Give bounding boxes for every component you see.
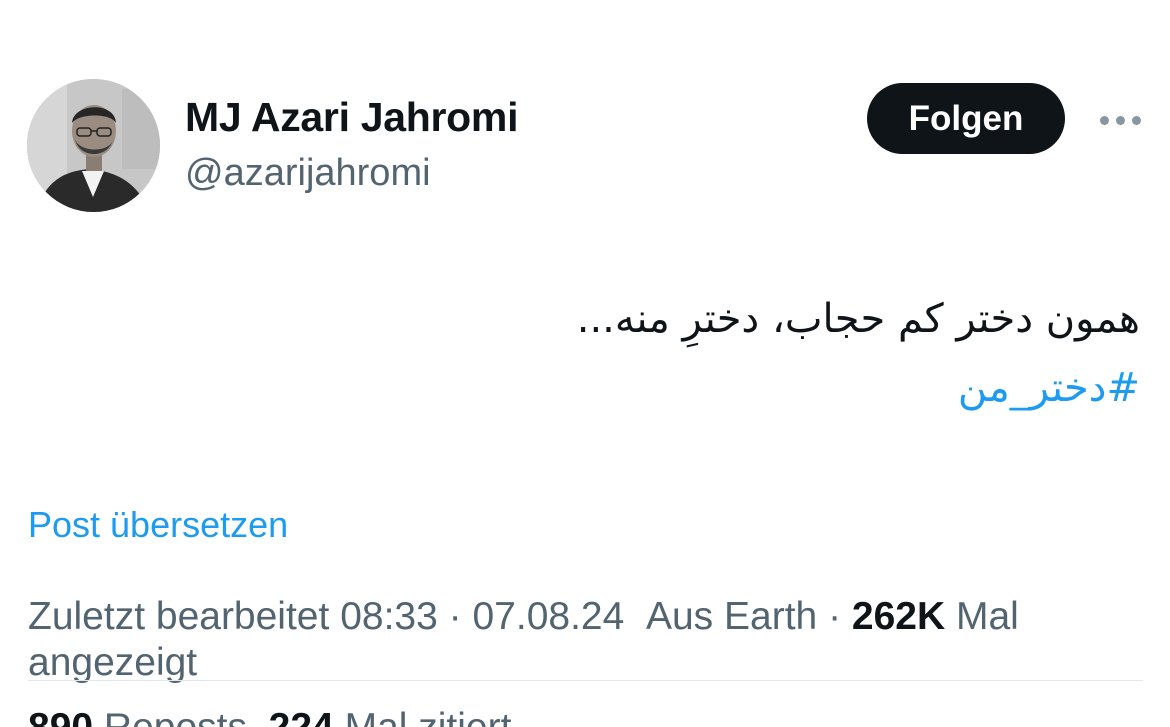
views-count: 262K [851, 595, 946, 638]
more-dot [1099, 115, 1109, 125]
translate-post-link[interactable]: Post übersetzen [28, 504, 288, 546]
follow-button[interactable]: Folgen [867, 83, 1065, 154]
meta-separator: · [448, 595, 462, 638]
tweet-location: Aus Earth [645, 595, 818, 638]
tweet-date[interactable]: 07.08.24 [472, 595, 624, 638]
reposts-label[interactable]: Reposts [104, 706, 247, 727]
reposts-count[interactable]: 890 [28, 706, 93, 727]
divider [28, 680, 1143, 681]
avatar[interactable] [27, 79, 160, 212]
tweet-text: همون دختر کم حجاب، دخترِ منه... [576, 296, 1140, 342]
quotes-label[interactable]: Mal zitiert [345, 706, 512, 727]
meta-separator: · [828, 595, 842, 638]
author-display-name[interactable]: MJ Azari Jahromi [185, 94, 518, 141]
hashtag-link[interactable]: #دختر_من [958, 365, 1140, 411]
profile-photo [27, 79, 160, 212]
more-dot [1115, 115, 1125, 125]
author-handle[interactable]: @azarijahromi [185, 152, 431, 195]
quotes-count[interactable]: 224 [269, 706, 334, 727]
more-dot [1131, 115, 1141, 125]
tweet-meta: Zuletzt bearbeitet 08:33 · 07.08.24 Aus … [28, 594, 1143, 686]
engagement-stats: 890 Reposts 224 Mal zitiert [28, 706, 511, 727]
edited-label[interactable]: Zuletzt bearbeitet [28, 595, 329, 638]
more-options-icon[interactable] [1090, 102, 1150, 138]
tweet-time[interactable]: 08:33 [340, 595, 438, 638]
tweet-detail: MJ Azari Jahromi @azarijahromi Folgen هم… [0, 0, 1170, 727]
